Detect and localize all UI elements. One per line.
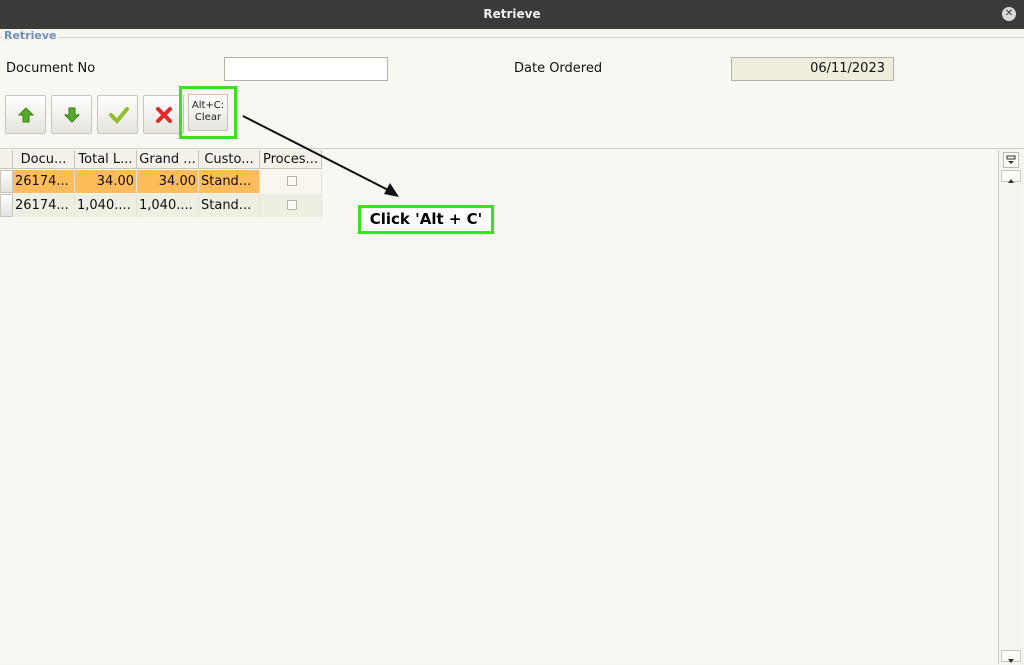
annotation-arrow: [242, 115, 399, 197]
annotation-callout: Click 'Alt + C': [358, 205, 494, 234]
